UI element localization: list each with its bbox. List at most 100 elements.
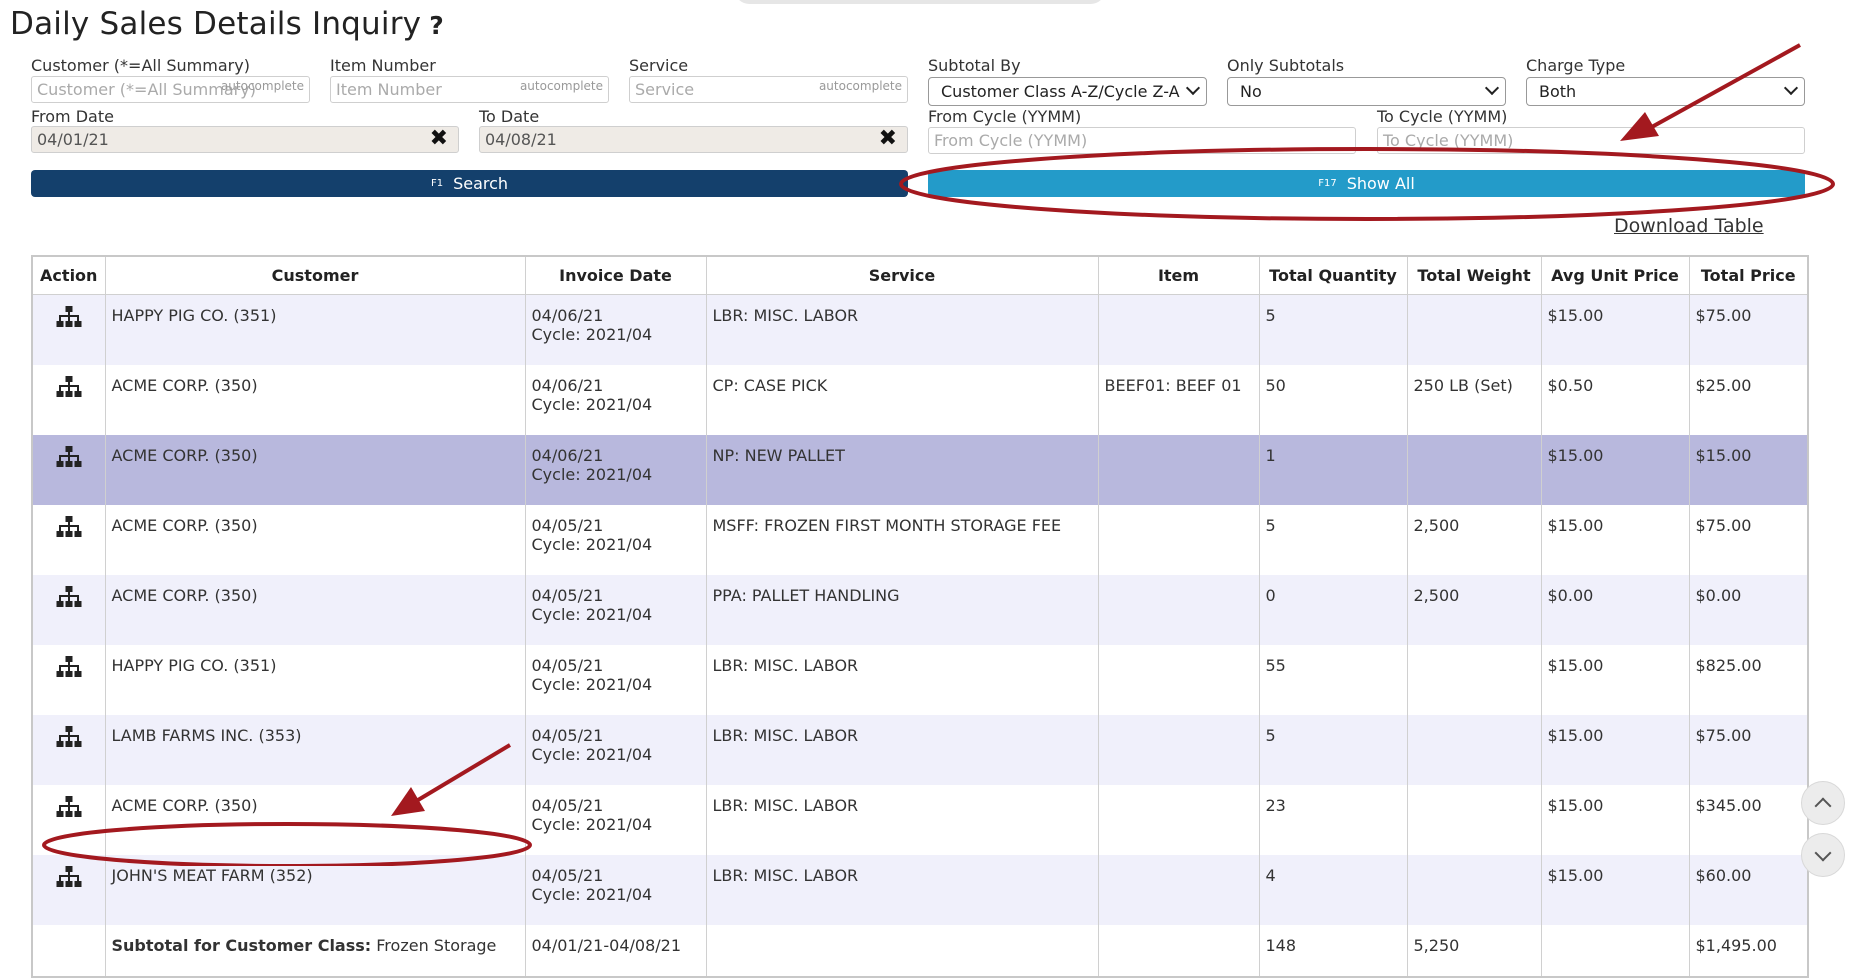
cell-service: LBR: MISC. LABOR (705, 785, 1099, 855)
sitemap-icon[interactable] (56, 586, 82, 608)
invoice-date: 04/06/21 (531, 306, 604, 325)
header-total-weight[interactable]: Total Weight (1406, 255, 1542, 295)
clear-icon[interactable]: ✖ (879, 127, 897, 151)
page-title: Daily Sales Details Inquiry? (10, 6, 444, 42)
cell-total-weight: 250 LB (Set) (1406, 365, 1542, 435)
cell-total-price: $75.00 (1688, 715, 1809, 785)
invoice-date: 04/05/21 (531, 796, 604, 815)
cell-item (1097, 505, 1260, 575)
header-service[interactable]: Service (705, 255, 1099, 295)
cell-service: NP: NEW PALLET (705, 435, 1099, 505)
cell-action (31, 715, 106, 785)
invoice-cycle: Cycle: 2021/04 (531, 395, 653, 414)
header-total-quantity[interactable]: Total Quantity (1258, 255, 1408, 295)
cell-action (31, 365, 106, 435)
sitemap-icon[interactable] (56, 726, 82, 748)
charge-type-select[interactable]: Both (1526, 77, 1805, 106)
cell-service: MSFF: FROZEN FIRST MONTH STORAGE FEE (705, 505, 1099, 575)
invoice-cycle: Cycle: 2021/04 (531, 325, 653, 344)
sitemap-icon[interactable] (56, 516, 82, 538)
scroll-up-button[interactable] (1801, 781, 1845, 825)
cell-total-weight: 2,500 (1406, 575, 1542, 645)
cell-total-price: $75.00 (1688, 294, 1809, 365)
subtotal-row: Subtotal for Customer Class: Frozen Stor… (31, 925, 1809, 977)
item-number-input[interactable]: Item Number autocomplete (330, 76, 609, 103)
invoice-cycle: Cycle: 2021/04 (531, 745, 653, 764)
charge-type-label: Charge Type (1526, 56, 1626, 75)
clear-icon[interactable]: ✖ (430, 127, 448, 151)
cell-avg-unit-price: $0.00 (1540, 575, 1690, 645)
header-total-price[interactable]: Total Price (1688, 255, 1809, 295)
cell-total-quantity: 5 (1258, 715, 1408, 785)
sitemap-icon[interactable] (56, 656, 82, 678)
cell-invoice-date: 04/05/21 Cycle: 2021/04 (524, 505, 707, 575)
cell-item (1097, 715, 1260, 785)
cell-invoice-date: 04/05/21 Cycle: 2021/04 (524, 785, 707, 855)
table-row[interactable]: ACME CORP. (350) 04/06/21 Cycle: 2021/04 NP… (31, 435, 1809, 505)
header-action: Action (31, 255, 106, 295)
to-date-input[interactable]: 04/08/21 ✖ (479, 126, 908, 153)
cell-avg-unit-price: $15.00 (1540, 505, 1690, 575)
header-avg-unit-price[interactable]: Avg Unit Price (1540, 255, 1690, 295)
header-invoice-date[interactable]: Invoice Date (524, 255, 707, 295)
to-cycle-label: To Cycle (YYMM) (1377, 107, 1508, 126)
help-icon[interactable]: ? (429, 11, 444, 40)
invoice-cycle: Cycle: 2021/04 (531, 885, 653, 904)
subtotal-service-cell (705, 925, 1099, 977)
only-subtotals-select[interactable]: No (1227, 77, 1506, 106)
subtotal-qty: 148 (1258, 925, 1408, 977)
table-row[interactable]: ACME CORP. (350) 04/05/21 Cycle: 2021/04 LB… (31, 785, 1809, 855)
to-cycle-input[interactable]: To Cycle (YYMM) (1377, 127, 1805, 154)
cell-invoice-date: 04/06/21 Cycle: 2021/04 (524, 435, 707, 505)
customer-input[interactable]: Customer (*=All Summary) autocomplete (31, 76, 310, 103)
table-row[interactable]: ACME CORP. (350) 04/06/21 Cycle: 2021/04 CP… (31, 365, 1809, 435)
cell-item (1097, 575, 1260, 645)
search-button[interactable]: F1 Search (31, 170, 908, 197)
chevron-down-icon (1484, 80, 1500, 96)
sitemap-icon[interactable] (56, 306, 82, 328)
scroll-down-button[interactable] (1801, 833, 1845, 877)
table-header-row: Action Customer Invoice Date Service Ite… (31, 255, 1809, 295)
autocomplete-hint: autocomplete (519, 79, 603, 93)
from-date-input[interactable]: 04/01/21 ✖ (31, 126, 459, 153)
cell-avg-unit-price: $15.00 (1540, 785, 1690, 855)
cell-invoice-date: 04/05/21 Cycle: 2021/04 (524, 645, 707, 715)
cell-invoice-date: 04/05/21 Cycle: 2021/04 (524, 575, 707, 645)
service-input[interactable]: Service autocomplete (629, 76, 908, 103)
table-row[interactable]: HAPPY PIG CO. (351) 04/05/21 Cycle: 2021/0… (31, 645, 1809, 715)
chevron-up-icon (1814, 797, 1832, 814)
sitemap-icon[interactable] (56, 866, 82, 888)
cell-avg-unit-price: $15.00 (1540, 645, 1690, 715)
cell-total-quantity: 0 (1258, 575, 1408, 645)
from-cycle-input[interactable]: From Cycle (YYMM) (928, 127, 1356, 154)
table-row[interactable]: ACME CORP. (350) 04/05/21 Cycle: 2021/04 MS… (31, 505, 1809, 575)
to-date-label: To Date (479, 107, 540, 126)
table-row[interactable]: LAMB FARMS INC. (353) 04/05/21 Cycle: 2021… (31, 715, 1809, 785)
sitemap-icon[interactable] (56, 446, 82, 468)
cell-avg-unit-price: $15.00 (1540, 294, 1690, 365)
cell-service: CP: CASE PICK (705, 365, 1099, 435)
cell-total-weight (1406, 294, 1542, 365)
invoice-date: 04/05/21 (531, 726, 604, 745)
sitemap-icon[interactable] (56, 376, 82, 398)
top-tab-handle (735, 0, 1105, 4)
sitemap-icon[interactable] (56, 796, 82, 818)
show-all-button[interactable]: F17 Show All (928, 170, 1805, 197)
cell-service: LBR: MISC. LABOR (705, 294, 1099, 365)
service-label: Service (629, 56, 689, 75)
cell-total-weight (1406, 785, 1542, 855)
invoice-cycle: Cycle: 2021/04 (531, 465, 653, 484)
header-customer[interactable]: Customer (104, 255, 526, 295)
cell-invoice-date: 04/05/21 Cycle: 2021/04 (524, 715, 707, 785)
download-table-link[interactable]: Download Table (1614, 215, 1764, 237)
cell-customer: ACME CORP. (350) (104, 505, 526, 575)
subtotal-by-select[interactable]: Customer Class A-Z/Cycle Z-A (928, 77, 1207, 106)
table-row[interactable]: ACME CORP. (350) 04/05/21 Cycle: 2021/04 PP… (31, 575, 1809, 645)
from-cycle-label: From Cycle (YYMM) (928, 107, 1082, 126)
subtotal-total: $1,495.00 (1688, 925, 1809, 977)
header-item[interactable]: Item (1097, 255, 1260, 295)
subtotal-item-cell (1097, 925, 1260, 977)
cell-total-weight (1406, 435, 1542, 505)
table-row[interactable]: HAPPY PIG CO. (351) 04/06/21 Cycle: 2021/0… (31, 294, 1809, 365)
subtotal-unit-price-cell (1540, 925, 1690, 977)
